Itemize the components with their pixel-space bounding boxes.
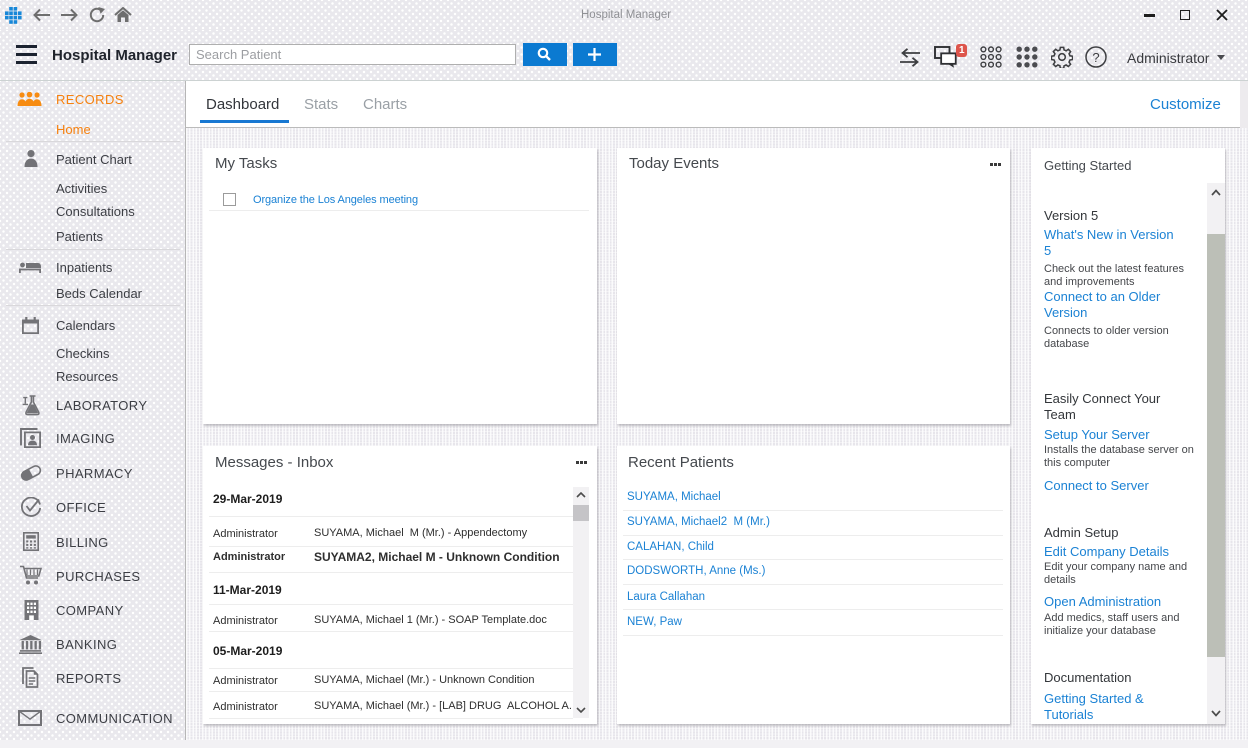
svg-text:?: ? xyxy=(1092,50,1099,65)
